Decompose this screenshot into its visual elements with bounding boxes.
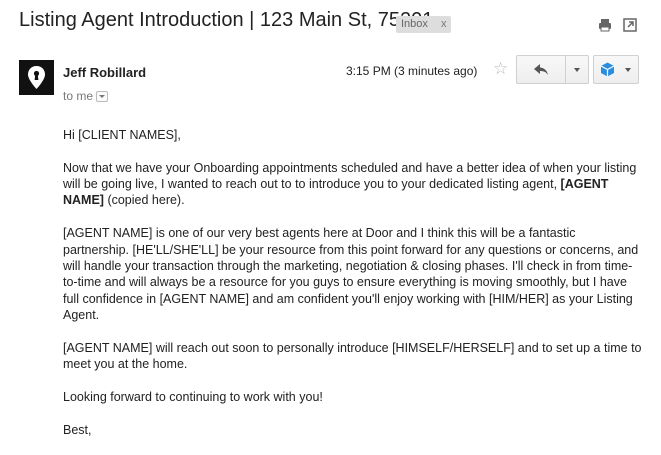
greeting: Hi [CLIENT NAMES], [63,128,181,142]
message-body: Hi [CLIENT NAMES], Now that we have your… [63,127,643,455]
details-dropdown-icon[interactable] [96,91,109,103]
reply-button-group [516,55,589,84]
paragraph-4: Looking forward to continuing to work wi… [63,389,323,404]
chevron-down-icon [574,68,580,72]
print-icon[interactable] [598,18,612,32]
inbox-label-chip[interactable]: Inbox x [396,16,452,33]
reply-arrow-icon [534,64,548,75]
recipient-text: to me [63,89,94,103]
message-time: 3:15 PM (3 minutes ago) [346,64,478,78]
chevron-down-icon [625,68,631,72]
cube-icon [600,62,615,77]
recipient-line: to me [63,89,109,103]
subject-bar: Listing Agent Introduction | 123 Main St… [0,0,661,48]
label-text: Inbox [401,18,428,30]
sender-name[interactable]: Jeff Robillard [63,65,146,80]
signoff: Best, [63,422,92,437]
paragraph-1: Now that we have your Onboarding appoint… [63,160,637,208]
extension-button[interactable] [594,56,638,83]
remove-label-icon[interactable]: x [441,18,447,30]
popout-icon[interactable] [623,18,637,32]
sender-avatar[interactable] [19,60,54,95]
paragraph-3: [AGENT NAME] will reach out soon to pers… [63,340,642,372]
keyhole-pin-icon [28,66,45,89]
star-icon[interactable]: ☆ [493,59,508,79]
paragraph-2: [AGENT NAME] is one of our very best age… [63,226,639,322]
extension-button-group [593,55,639,84]
reply-button[interactable] [517,56,565,83]
email-subject: Listing Agent Introduction | 123 Main St… [19,9,434,31]
more-actions-button[interactable] [566,56,589,83]
